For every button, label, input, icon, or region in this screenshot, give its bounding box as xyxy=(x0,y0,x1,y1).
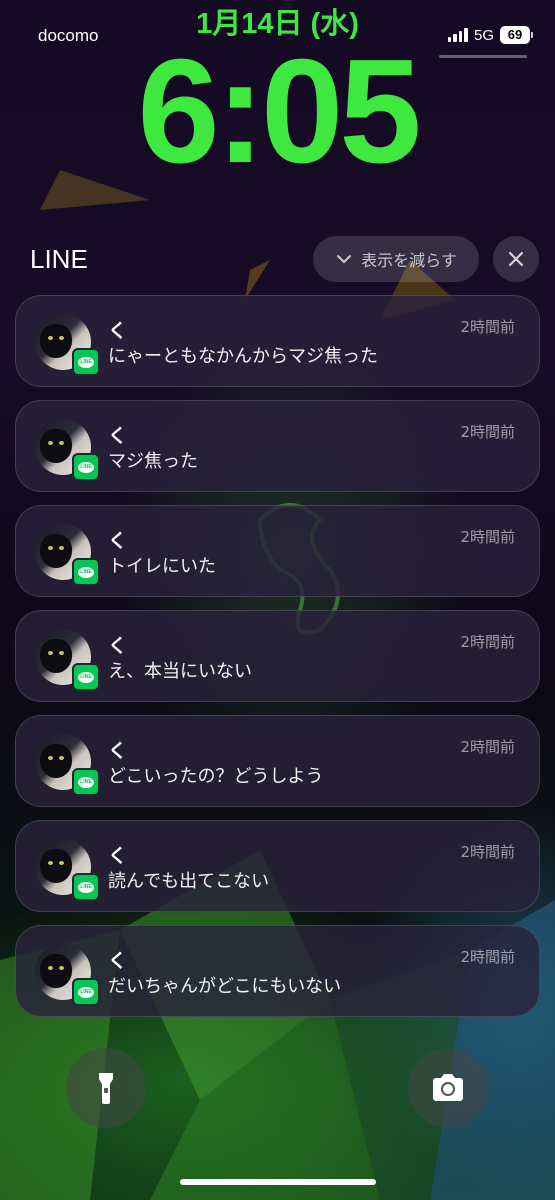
notification-sender: く xyxy=(108,950,128,972)
notification-message: にゃーともなかんからマジ焦った xyxy=(108,346,378,367)
home-indicator[interactable] xyxy=(180,1179,376,1185)
notification-time: 2時間前 xyxy=(460,843,515,861)
notification-sender: く xyxy=(108,740,128,762)
flashlight-button[interactable] xyxy=(66,1048,146,1128)
line-app-icon: LINE xyxy=(72,663,100,691)
notification-sender: く xyxy=(108,530,128,552)
notification-time: 2時間前 xyxy=(460,528,515,546)
flashlight-icon xyxy=(99,1073,113,1104)
notification-message: だいちゃんがどこにもいない xyxy=(108,976,342,997)
notification-time: 2時間前 xyxy=(460,318,515,336)
notification-list: LINE く 2時間前 にゃーともなかんからマジ焦った LINE く 2時間前 マジ焦った LI… xyxy=(15,295,540,1030)
notification-time: 2時間前 xyxy=(460,633,515,651)
notification-message: どこいったの？どうしよう xyxy=(108,766,324,787)
notification-card[interactable]: LINE く 2時間前どこいったの？どうしよう xyxy=(15,715,540,807)
notification-message: マジ焦った xyxy=(108,451,198,472)
notification-message: トイレにいた xyxy=(108,556,216,577)
notification-time: 2時間前 xyxy=(460,423,515,441)
notification-sender: く xyxy=(108,425,128,447)
chevron-down-icon xyxy=(337,255,352,263)
notification-message: 読んでも出てこない xyxy=(108,871,270,892)
notification-card[interactable]: LINE く 2時間前マジ焦った xyxy=(15,400,540,492)
notification-group-header: LINE 表示を減らす xyxy=(0,236,555,286)
notification-sender: く xyxy=(108,845,128,867)
app-name: LINE xyxy=(30,244,88,274)
line-app-icon: LINE xyxy=(72,873,100,901)
notification-card[interactable]: LINE く 2時間前え、本当にいない xyxy=(15,610,540,702)
notification-message: え、本当にいない xyxy=(108,661,252,682)
notification-sender: く xyxy=(108,320,128,342)
line-app-icon: LINE xyxy=(72,768,100,796)
notification-card[interactable]: LINE く 2時間前読んでも出てこない xyxy=(15,820,540,912)
notification-card[interactable]: LINE く 2時間前トイレにいた xyxy=(15,505,540,597)
lock-clock: 6:05 xyxy=(137,29,421,194)
notification-card[interactable]: LINE く 2時間前にゃーともなかんからマジ焦った xyxy=(15,295,540,387)
notification-time: 2時間前 xyxy=(460,948,515,966)
show-less-label: 表示を減らす xyxy=(361,251,457,270)
notification-sender: く xyxy=(108,635,128,657)
line-app-icon: LINE xyxy=(72,453,100,481)
line-app-icon: LINE xyxy=(72,348,100,376)
camera-icon xyxy=(433,1074,463,1101)
close-icon xyxy=(508,251,524,267)
notification-card[interactable]: LINE く 2時間前だいちゃんがどこにもいない xyxy=(15,925,540,1017)
line-app-icon: LINE xyxy=(72,558,100,586)
camera-button[interactable] xyxy=(408,1048,488,1128)
line-app-icon: LINE xyxy=(72,978,100,1006)
show-less-button[interactable]: 表示を減らす xyxy=(313,236,479,282)
notification-time: 2時間前 xyxy=(460,738,515,756)
close-group-button[interactable] xyxy=(493,236,539,282)
